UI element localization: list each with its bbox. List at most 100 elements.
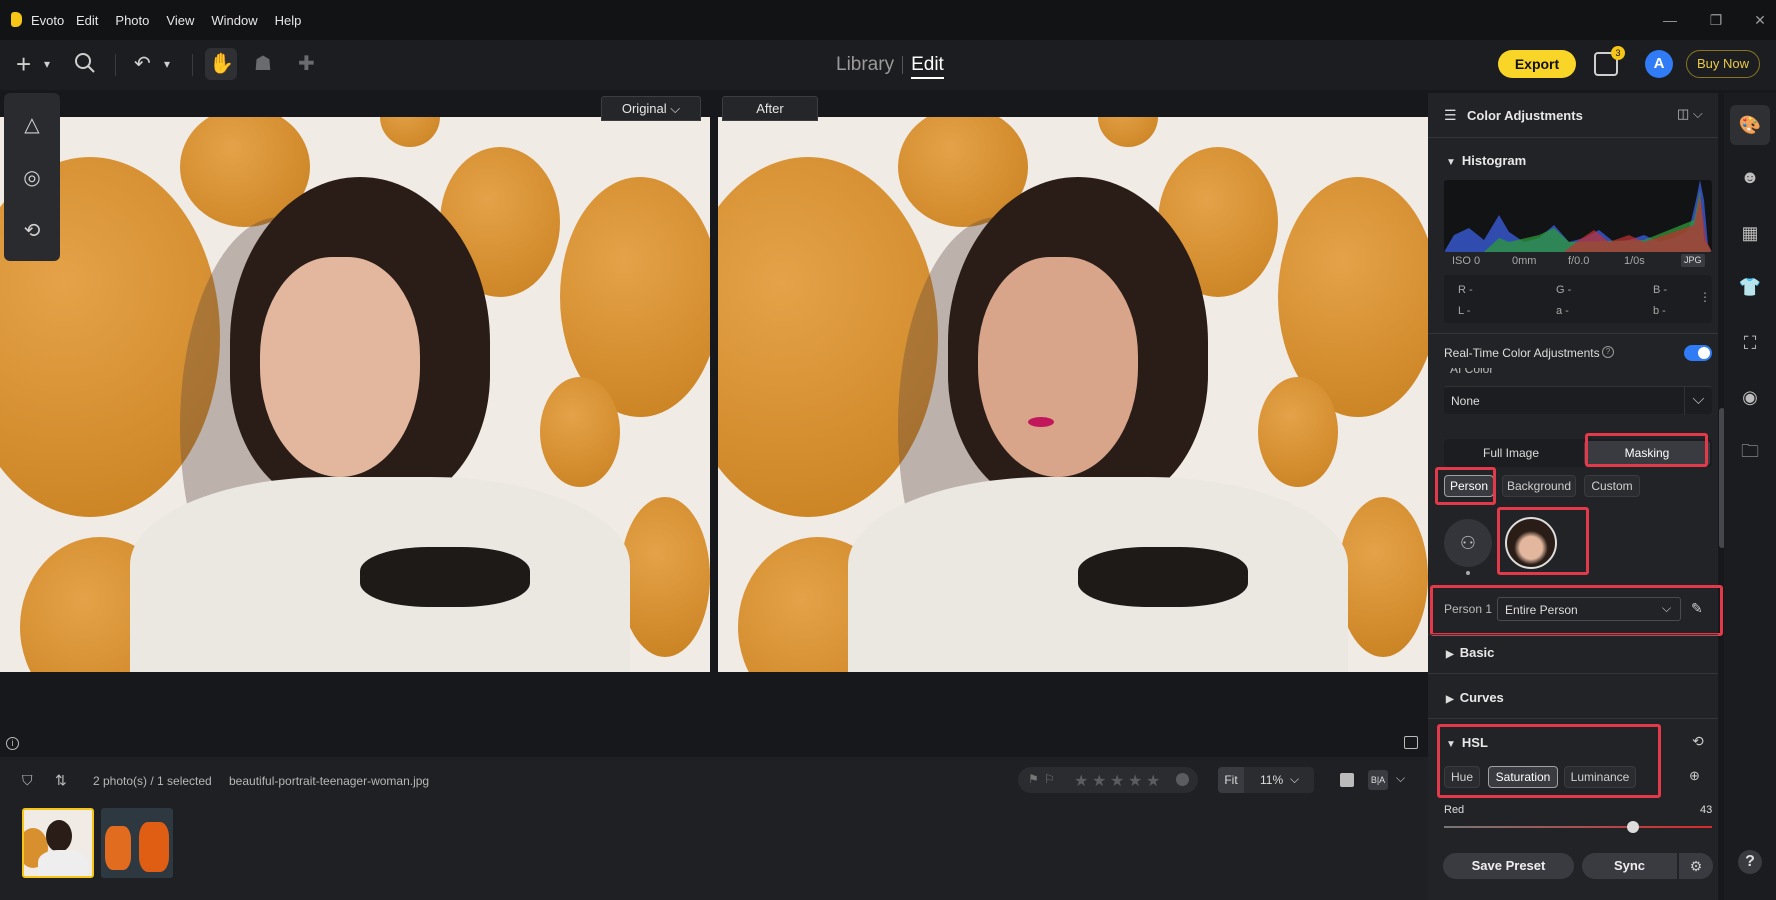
original-photo xyxy=(0,117,710,672)
single-view-icon[interactable] xyxy=(1340,773,1354,787)
star-icon[interactable]: ★ xyxy=(1092,771,1106,791)
star-icon[interactable]: ★ xyxy=(1146,771,1160,791)
tab-library[interactable]: Library xyxy=(836,54,894,75)
info-icon[interactable]: i xyxy=(6,737,19,750)
tab-full-image[interactable]: Full Image xyxy=(1446,441,1576,465)
basic-header[interactable]: ▶ Basic xyxy=(1446,645,1494,660)
evoto-logo-icon xyxy=(11,12,22,27)
module-strip: 🎨 ☻ ▦ 👕 ⛶ ◉ 🗀 ? xyxy=(1724,93,1776,900)
background-icon[interactable]: ▦ xyxy=(1738,221,1762,245)
folder-settings-icon[interactable]: 🗀 xyxy=(1738,439,1762,463)
sync-settings-icon[interactable]: ⚙ xyxy=(1679,853,1713,879)
highlight-person-thumb xyxy=(1497,507,1589,575)
basic-title: Basic xyxy=(1459,645,1495,660)
buy-now-button[interactable]: Buy Now xyxy=(1686,50,1760,78)
curves-header[interactable]: ▶ Curves xyxy=(1446,690,1504,705)
star-icon[interactable]: ★ xyxy=(1074,771,1088,791)
reset-icon[interactable]: ⟲ xyxy=(1692,733,1704,750)
filter-icon[interactable]: ⛉ xyxy=(22,772,33,789)
star-icon[interactable]: ★ xyxy=(1128,771,1142,791)
before-after-icon[interactable]: B|A xyxy=(1368,770,1388,790)
filmstrip-bar: ⛉ ⇅ 2 photo(s) / 1 selected beautiful-po… xyxy=(0,757,1428,900)
red-slider-track[interactable] xyxy=(1444,826,1712,828)
help-icon[interactable]: ? xyxy=(1738,850,1762,874)
chevron-down-icon[interactable]: ▾ xyxy=(44,52,50,76)
save-preset-button[interactable]: Save Preset xyxy=(1443,853,1574,879)
shutter-readout: 1/0s xyxy=(1624,255,1645,267)
undo-icon[interactable]: ↶ xyxy=(134,52,151,76)
expand-triangle-icon: ▶ xyxy=(1446,694,1454,705)
menu-view[interactable]: View xyxy=(166,13,194,28)
highlight-person-row xyxy=(1430,585,1723,636)
bandage-icon[interactable]: ✚ xyxy=(298,52,315,76)
export-queue-icon[interactable]: 3 xyxy=(1594,46,1625,76)
menu-edit[interactable]: Edit xyxy=(76,13,98,28)
realtime-toggle[interactable] xyxy=(1684,345,1712,361)
compare-layout-icon[interactable] xyxy=(1404,736,1418,749)
close-icon[interactable]: ✕ xyxy=(1752,12,1768,28)
help-circle-icon[interactable]: ? xyxy=(1602,346,1614,358)
search-icon[interactable] xyxy=(74,52,96,80)
file-name: beautiful-portrait-teenager-woman.jpg xyxy=(229,774,430,788)
fit-button[interactable]: Fit xyxy=(1218,767,1244,793)
collapse-triangle-icon: ▼ xyxy=(1446,157,1456,168)
chevron-down-icon: ⌵ xyxy=(1684,387,1712,415)
chevron-down-icon[interactable]: ⌵ xyxy=(1396,771,1405,786)
zoom-value[interactable]: 11% xyxy=(1260,773,1283,787)
tab-edit[interactable]: Edit xyxy=(911,54,944,79)
red-slider-thumb[interactable] xyxy=(1627,821,1639,833)
thumbnail-2[interactable] xyxy=(101,808,173,878)
aperture-readout: f/0.0 xyxy=(1568,255,1590,267)
avatar[interactable]: A xyxy=(1645,50,1673,78)
star-icon[interactable]: ★ xyxy=(1110,771,1124,791)
all-persons-icon[interactable]: ⚇ xyxy=(1444,519,1492,567)
clothing-icon[interactable]: 👕 xyxy=(1738,275,1762,299)
readout-r: R - xyxy=(1458,284,1473,296)
original-label: Original xyxy=(621,101,667,116)
restore-icon[interactable]: ❐ xyxy=(1708,12,1724,28)
ai-color-label: AI Color xyxy=(1450,368,1494,376)
target-adjust-icon[interactable]: ⊕ xyxy=(1689,768,1700,784)
retouch-icon[interactable]: ◎ xyxy=(20,166,44,190)
palette-icon[interactable]: 🎨 xyxy=(1738,113,1762,137)
menu-window[interactable]: Window xyxy=(211,13,257,28)
chevron-down-icon: ⌵ xyxy=(670,101,681,116)
camera-icon[interactable]: ◉ xyxy=(1738,385,1762,409)
undo-history-chevron-icon[interactable]: ▾ xyxy=(164,52,170,76)
slider-label: Red xyxy=(1444,804,1465,816)
thumbnail-1[interactable] xyxy=(22,808,94,878)
histogram-title: Histogram xyxy=(1461,153,1527,168)
after-label: After xyxy=(722,96,818,121)
more-icon[interactable]: ⋮ xyxy=(1699,290,1711,304)
face-icon[interactable]: ☻ xyxy=(1738,165,1762,189)
history-icon[interactable]: ⟲ xyxy=(20,219,44,243)
chevron-down-icon[interactable]: ⌵ xyxy=(1290,772,1299,787)
sync-button[interactable]: Sync xyxy=(1582,853,1677,879)
color-label-icon[interactable] xyxy=(1176,773,1189,786)
flag-icon[interactable]: ⚑ xyxy=(1028,772,1039,786)
after-photo xyxy=(718,117,1428,672)
add-icon[interactable]: + xyxy=(16,51,31,77)
histogram-header[interactable]: ▼ Histogram xyxy=(1446,153,1526,168)
crop-icon[interactable]: ⛶ xyxy=(1738,331,1762,355)
original-dropdown[interactable]: Original ⌵ xyxy=(601,96,701,121)
iso-readout: ISO 0 xyxy=(1452,255,1481,267)
ai-color-select[interactable]: None ⌵ xyxy=(1444,386,1712,415)
menu-photo[interactable]: Photo xyxy=(115,13,149,28)
highlight-hsl xyxy=(1437,724,1661,798)
export-button[interactable]: Export xyxy=(1498,50,1576,78)
menu-bar: Edit Photo View Window Help xyxy=(76,13,318,28)
sort-icon[interactable]: ⇅ xyxy=(55,772,67,789)
ai-adjust-icon[interactable]: △ xyxy=(20,113,44,137)
mask-tab-background[interactable]: Background xyxy=(1502,475,1576,497)
mask-tab-custom[interactable]: Custom xyxy=(1584,475,1640,497)
reject-flag-icon[interactable]: ⚐ xyxy=(1044,772,1055,786)
liquify-icon[interactable]: ☗ xyxy=(254,52,272,76)
format-badge: JPG xyxy=(1681,254,1705,267)
left-toolbox: △ ◎ ⟲ xyxy=(4,93,60,261)
menu-help[interactable]: Help xyxy=(275,13,302,28)
panel-layout-icon[interactable]: ◫ ⌵ xyxy=(1677,106,1703,122)
minimize-icon[interactable]: — xyxy=(1662,12,1678,28)
color-readout-box xyxy=(1444,275,1712,323)
histogram-chart xyxy=(1444,180,1712,252)
